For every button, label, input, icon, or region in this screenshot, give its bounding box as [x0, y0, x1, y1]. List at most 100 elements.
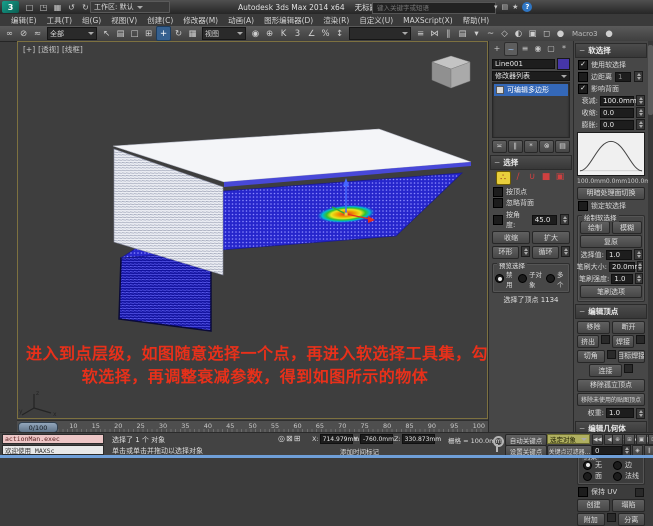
isolate-selection-icon[interactable]: ◎ [278, 434, 285, 443]
modifier-stack[interactable]: 可编辑多边形 [492, 82, 570, 138]
extrude-settings-button[interactable] [601, 335, 610, 344]
select-and-rotate-icon[interactable]: ↻ [172, 27, 185, 40]
brush-strength-field[interactable]: 1.0 [611, 274, 633, 284]
selection-filter-dropdown[interactable]: 全部 [47, 27, 97, 40]
falloff-field[interactable]: 100.0mm [600, 96, 634, 106]
menu-item[interactable]: 修改器(M) [178, 15, 223, 26]
affect-backfacing-checkbox[interactable] [578, 84, 588, 94]
undo-icon[interactable]: ↺ [66, 2, 77, 12]
render-production-icon[interactable]: ● [554, 27, 567, 40]
detach-button[interactable]: 分离 [618, 513, 646, 526]
mirror-icon[interactable]: ⋈ [428, 27, 441, 40]
shaded-face-toggle-button[interactable]: 明暗处理面切换 [577, 187, 645, 200]
edge-distance-spinner[interactable] [634, 71, 643, 82]
reference-coordinate-dropdown[interactable]: 视图 [202, 27, 246, 40]
bubble-field[interactable]: 0.0 [600, 120, 634, 130]
brush-options-button[interactable]: 笔刷选项 [580, 285, 642, 298]
zoom-all-icon[interactable]: ⊞ [624, 434, 635, 445]
by-angle-field[interactable]: 45.0 [532, 215, 557, 225]
menu-item[interactable]: 动画(A) [223, 15, 259, 26]
lock-selection-icon[interactable]: ⊠ [286, 434, 293, 443]
material-editor-icon[interactable]: ◐ [512, 27, 525, 40]
element-mode-icon[interactable]: ▣ [554, 171, 567, 183]
help-icon[interactable]: ? [522, 2, 532, 12]
pinch-spinner[interactable] [636, 107, 645, 118]
edit-named-selection-sets-icon[interactable]: ≡ [414, 27, 427, 40]
menu-item[interactable]: MAXScript(X) [398, 16, 457, 25]
menu-item[interactable]: 编辑(E) [6, 15, 42, 26]
modifier-list-dropdown[interactable]: 修改器列表 [492, 71, 570, 81]
current-frame-field[interactable]: 0 [592, 446, 622, 455]
menu-item[interactable]: 组(G) [77, 15, 106, 26]
pinch-field[interactable]: 0.0 [600, 108, 634, 118]
constraint-face-radio[interactable] [583, 472, 592, 481]
preview-multi-radio[interactable] [546, 274, 555, 283]
constraint-none-radio[interactable] [583, 461, 592, 470]
preview-subobj-radio[interactable] [518, 274, 527, 283]
rollout-selection-header[interactable]: 选择 [490, 155, 572, 170]
communication-center-icon[interactable]: ▤ [502, 3, 509, 11]
tab-display[interactable]: ▢ [545, 42, 557, 54]
border-mode-icon[interactable]: ∪ [526, 171, 539, 183]
ring-spinner[interactable] [521, 246, 530, 257]
use-soft-selection-checkbox[interactable] [578, 60, 588, 70]
maxscript-mini-listener-macro[interactable]: actionMan.exec [2, 434, 104, 444]
select-and-scale-icon[interactable]: ▦ [186, 27, 199, 40]
target-weld-button[interactable]: 目标焊接 [618, 350, 646, 363]
select-and-move-icon[interactable]: + [156, 26, 171, 41]
viewcube[interactable] [432, 56, 470, 88]
show-end-result-icon[interactable]: ∥ [508, 140, 523, 153]
open-file-icon[interactable]: ◳ [38, 2, 49, 12]
go-to-start-icon[interactable]: ◀◀ [592, 434, 603, 445]
menu-item[interactable]: 工具(T) [42, 15, 77, 26]
rollout-edit-vertices-header[interactable]: 编辑顶点 [575, 304, 647, 319]
scrollbar-thumb[interactable] [648, 45, 653, 115]
polygon-mode-icon[interactable]: ■ [540, 171, 553, 183]
constraint-normal-radio[interactable] [613, 472, 622, 481]
select-and-manipulate-icon[interactable]: ⊕ [263, 27, 276, 40]
align-icon[interactable]: ∥ [442, 27, 455, 40]
create-button[interactable]: 创建 [577, 499, 610, 512]
blur-button[interactable]: 模糊 [612, 221, 642, 234]
window-crossing-icon[interactable]: ⊞ [142, 27, 155, 40]
rectangular-selection-region-icon[interactable]: □ [128, 27, 141, 40]
constraint-edge-radio[interactable] [613, 461, 622, 470]
modifier-stack-selected-row[interactable]: 可编辑多边形 [494, 84, 568, 96]
set-keys-key-icon[interactable] [492, 436, 501, 452]
connect-settings-button[interactable] [624, 364, 633, 373]
falloff-spinner[interactable] [636, 95, 645, 106]
layer-manager-icon[interactable]: ▤ [456, 27, 469, 40]
menu-item[interactable]: 图形编辑器(D) [259, 15, 318, 26]
percent-snap-toggle-icon[interactable]: % [319, 27, 332, 40]
configure-modifier-sets-icon[interactable]: ▤ [555, 140, 570, 153]
remove-unused-map-verts-button[interactable]: 移除未使用的贴图顶点 [577, 393, 645, 406]
schematic-view-icon[interactable]: ◇ [498, 27, 511, 40]
keyboard-override-toggle-icon[interactable]: K [277, 27, 290, 40]
selection-value-spinner[interactable] [634, 249, 643, 260]
edge-mode-icon[interactable]: ∕ [512, 171, 525, 183]
tab-motion[interactable]: ◉ [532, 42, 544, 54]
chamfer-settings-button[interactable] [607, 350, 616, 359]
absolute-relative-coords-icon[interactable]: ⊞ [294, 434, 301, 443]
vertex-mode-icon[interactable]: ∴ [496, 171, 511, 185]
menu-item[interactable]: 自定义(U) [354, 15, 398, 26]
save-file-icon[interactable]: ▦ [52, 2, 63, 12]
tab-utilities[interactable]: * [558, 42, 570, 54]
loop-button[interactable]: 循环 [532, 246, 559, 259]
menu-item[interactable]: 帮助(H) [458, 15, 495, 26]
ignore-backfacing-checkbox[interactable] [493, 198, 503, 208]
remove-modifier-icon[interactable]: ⊗ [539, 140, 554, 153]
remove-button[interactable]: 移除 [577, 321, 610, 334]
select-object-icon[interactable]: ↖ [100, 27, 113, 40]
unlink-selection-icon[interactable]: ⊘ [17, 27, 30, 40]
search-input[interactable] [375, 3, 493, 13]
make-unique-icon[interactable]: * [524, 140, 539, 153]
ribbon-toggle-icon[interactable]: ▾ [470, 27, 483, 40]
grow-button[interactable]: 扩大 [532, 231, 570, 244]
zoom-icon[interactable]: ⊕ [612, 434, 623, 445]
selection-value-field[interactable]: 1.0 [606, 250, 632, 260]
brush-size-spinner[interactable] [637, 261, 643, 272]
lock-soft-selection-checkbox[interactable] [578, 201, 588, 211]
weld-settings-button[interactable] [636, 335, 645, 344]
render-setup-icon[interactable]: ▣ [526, 27, 539, 40]
